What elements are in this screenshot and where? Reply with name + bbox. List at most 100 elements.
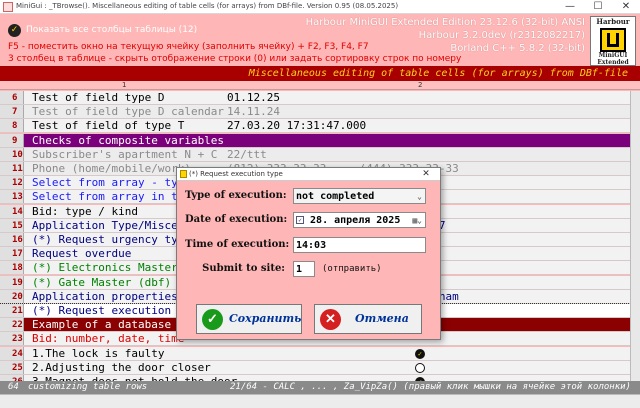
check-icon: ✓ <box>202 309 223 330</box>
app-icon <box>3 2 13 12</box>
row-field-name[interactable]: (*) Electronics Master ( <box>32 261 191 274</box>
row-field-name[interactable]: Phone (home/mobile/work) <box>32 162 191 175</box>
row-field-name[interactable]: Application Type/Miscell <box>32 219 191 232</box>
row-field-name[interactable]: 1.The lock is faulty <box>32 347 164 360</box>
row-field-value[interactable]: 14.11.24 <box>227 105 280 118</box>
submit-hint: (отправить) <box>322 264 382 274</box>
row-field-name[interactable]: Application properties <box>32 290 178 303</box>
row-number: 24 <box>0 346 24 360</box>
row-number: 9 <box>0 133 24 147</box>
dialog-icon <box>180 170 187 178</box>
close-button[interactable]: ✕ <box>612 0 640 14</box>
hint-f5: F5 - поместить окно на текущую ячейку (з… <box>8 42 369 52</box>
cancel-button[interactable]: ✕ Отмена <box>314 304 422 334</box>
submit-label: Submit to site: <box>202 263 285 274</box>
dialog-close-button[interactable]: ✕ <box>413 168 439 181</box>
status-count: 64 <box>8 382 19 392</box>
row-number: 13 <box>0 190 24 204</box>
grid-header: 1 2 <box>0 81 640 90</box>
calendar-dropdown-icon[interactable]: ▦⌄ <box>412 213 422 227</box>
title-banner: Miscellaneous editing of table cells (fo… <box>0 66 640 81</box>
maximize-button[interactable]: ☐ <box>584 0 612 14</box>
row-field-value[interactable]: 01.12.25 <box>227 91 280 104</box>
row-number: 25 <box>0 360 24 374</box>
save-button[interactable]: ✓ Сохранить <box>196 304 302 334</box>
row-number: 22 <box>0 318 24 332</box>
row-field-value[interactable]: 22/ttt <box>227 148 267 161</box>
row-number: 10 <box>0 147 24 161</box>
table-row[interactable]: 7 Test of field type D calendar 14.11.24 <box>0 105 640 120</box>
info-harbour: Harbour 3.2.0dev (r2312082217) <box>418 30 585 41</box>
row-field-name[interactable]: Request overdue <box>32 247 131 260</box>
row-number: 8 <box>0 119 24 133</box>
execution-type-dialog: (*) Request execution type ✕ Type of exe… <box>176 167 441 340</box>
row-number: 16 <box>0 233 24 246</box>
row-number: 19 <box>0 275 24 289</box>
table-row[interactable]: 25 2.Adjusting the door closer <box>0 360 640 375</box>
row-number: 14 <box>0 204 24 218</box>
row-number: 11 <box>0 162 24 175</box>
minimize-button[interactable]: — <box>556 0 584 14</box>
date-value: 28. апреля 2025 <box>310 215 401 226</box>
checked-circle-icon[interactable]: ✓ <box>415 348 425 359</box>
time-label: Time of execution: <box>185 239 290 250</box>
status-left: customizing table rows <box>28 382 148 392</box>
row-field-name[interactable]: Subscriber's apartment N + C <box>32 148 217 161</box>
info-edition: Harbour MiniGUI Extended Edition 23.12.6… <box>305 17 585 28</box>
time-input[interactable]: 14:03 <box>293 237 426 253</box>
submit-input[interactable]: 1 <box>293 261 315 277</box>
row-field-name[interactable]: (*) Request urgency type <box>32 233 191 246</box>
row-number: 18 <box>0 261 24 275</box>
type-select[interactable]: not completed ⌄ <box>293 188 426 204</box>
row-number: 7 <box>0 105 24 119</box>
row-field-name[interactable]: Bid: number, date, time <box>32 332 184 345</box>
row-field-name[interactable]: Select from array - type <box>32 176 191 189</box>
table-row[interactable]: 6 Test of field type D 01.12.25 <box>0 91 640 105</box>
vertical-scrollbar[interactable] <box>630 91 640 381</box>
row-field-name[interactable]: Test of field type D <box>32 91 164 104</box>
table-row[interactable]: 8 Test of field of type T 27.03.20 17:31:4… <box>0 119 640 134</box>
show-columns-check-icon[interactable]: ✓ <box>8 24 21 37</box>
date-checkbox-icon[interactable]: ✓ <box>296 216 304 224</box>
row-field-name[interactable]: 2.Adjusting the door closer <box>32 361 211 374</box>
row-field-name[interactable]: Select from array in this <box>32 190 198 203</box>
row-field-name[interactable]: Test of field of type T <box>32 119 184 132</box>
date-label: Date of execution: <box>185 214 288 225</box>
harbour-minigui-logo: Harbour MiniGUI Extended <box>590 16 636 66</box>
row-number: 23 <box>0 332 24 346</box>
save-button-label: Сохранить <box>229 312 302 325</box>
unchecked-circle-icon[interactable] <box>415 362 425 373</box>
row-field-name[interactable]: (*) Request execution ty <box>32 304 191 317</box>
row-field-name[interactable]: Checks of composite variables <box>32 134 224 147</box>
window-title: MiniGui : _TBrowse(). Miscellaneous edit… <box>16 2 399 10</box>
status-right: 21/64 - CALC , ... , Za_VipZa() (правый … <box>230 382 631 392</box>
row-number: 12 <box>0 176 24 190</box>
row-field-name[interactable]: Test of field type D calendar <box>32 105 224 118</box>
cancel-button-label: Отмена <box>355 312 409 325</box>
row-number: 21 <box>0 304 24 317</box>
cancel-icon: ✕ <box>320 309 341 330</box>
show-all-columns-label[interactable]: Показать все столбцы таблицы (12) <box>26 25 197 35</box>
column-2-header[interactable]: 2 <box>418 81 422 89</box>
table-row[interactable]: 24 1.The lock is faulty ✓ <box>0 346 640 361</box>
row-field-name[interactable]: (*) Gate Master (dbf) <box>32 276 171 289</box>
grid-status-line: 64 customizing table rows 21/64 - CALC ,… <box>0 381 640 394</box>
dialog-title: (*) Request execution type <box>177 168 440 181</box>
date-picker[interactable]: ✓ 28. апреля 2025 ▦⌄ <box>293 212 426 228</box>
row-number: 20 <box>0 289 24 303</box>
row-number: 15 <box>0 218 24 232</box>
window-statusbar <box>0 394 640 408</box>
logo-bottom-text: MiniGUI Extended <box>597 52 629 66</box>
row-number: 17 <box>0 247 24 261</box>
hint-col3: 3 столбец в таблице - скрыть отображение… <box>8 54 462 64</box>
row-field-value[interactable]: 27.03.20 17:31:47.000 <box>227 119 366 132</box>
type-label: Type of execution: <box>185 190 287 201</box>
table-row[interactable]: 10 Subscriber's apartment N + C 22/ttt <box>0 147 640 162</box>
table-row[interactable]: 9 Checks of composite variables <box>0 133 640 148</box>
type-select-value: not completed <box>296 191 375 202</box>
info-compiler: Borland C++ 5.8.2 (32-bit) <box>450 43 585 54</box>
chevron-down-icon: ⌄ <box>417 192 422 201</box>
row-field-name[interactable]: Bid: type / kind <box>32 205 138 218</box>
column-1-header[interactable]: 1 <box>122 81 126 89</box>
logo-top-text: Harbour <box>596 17 630 26</box>
